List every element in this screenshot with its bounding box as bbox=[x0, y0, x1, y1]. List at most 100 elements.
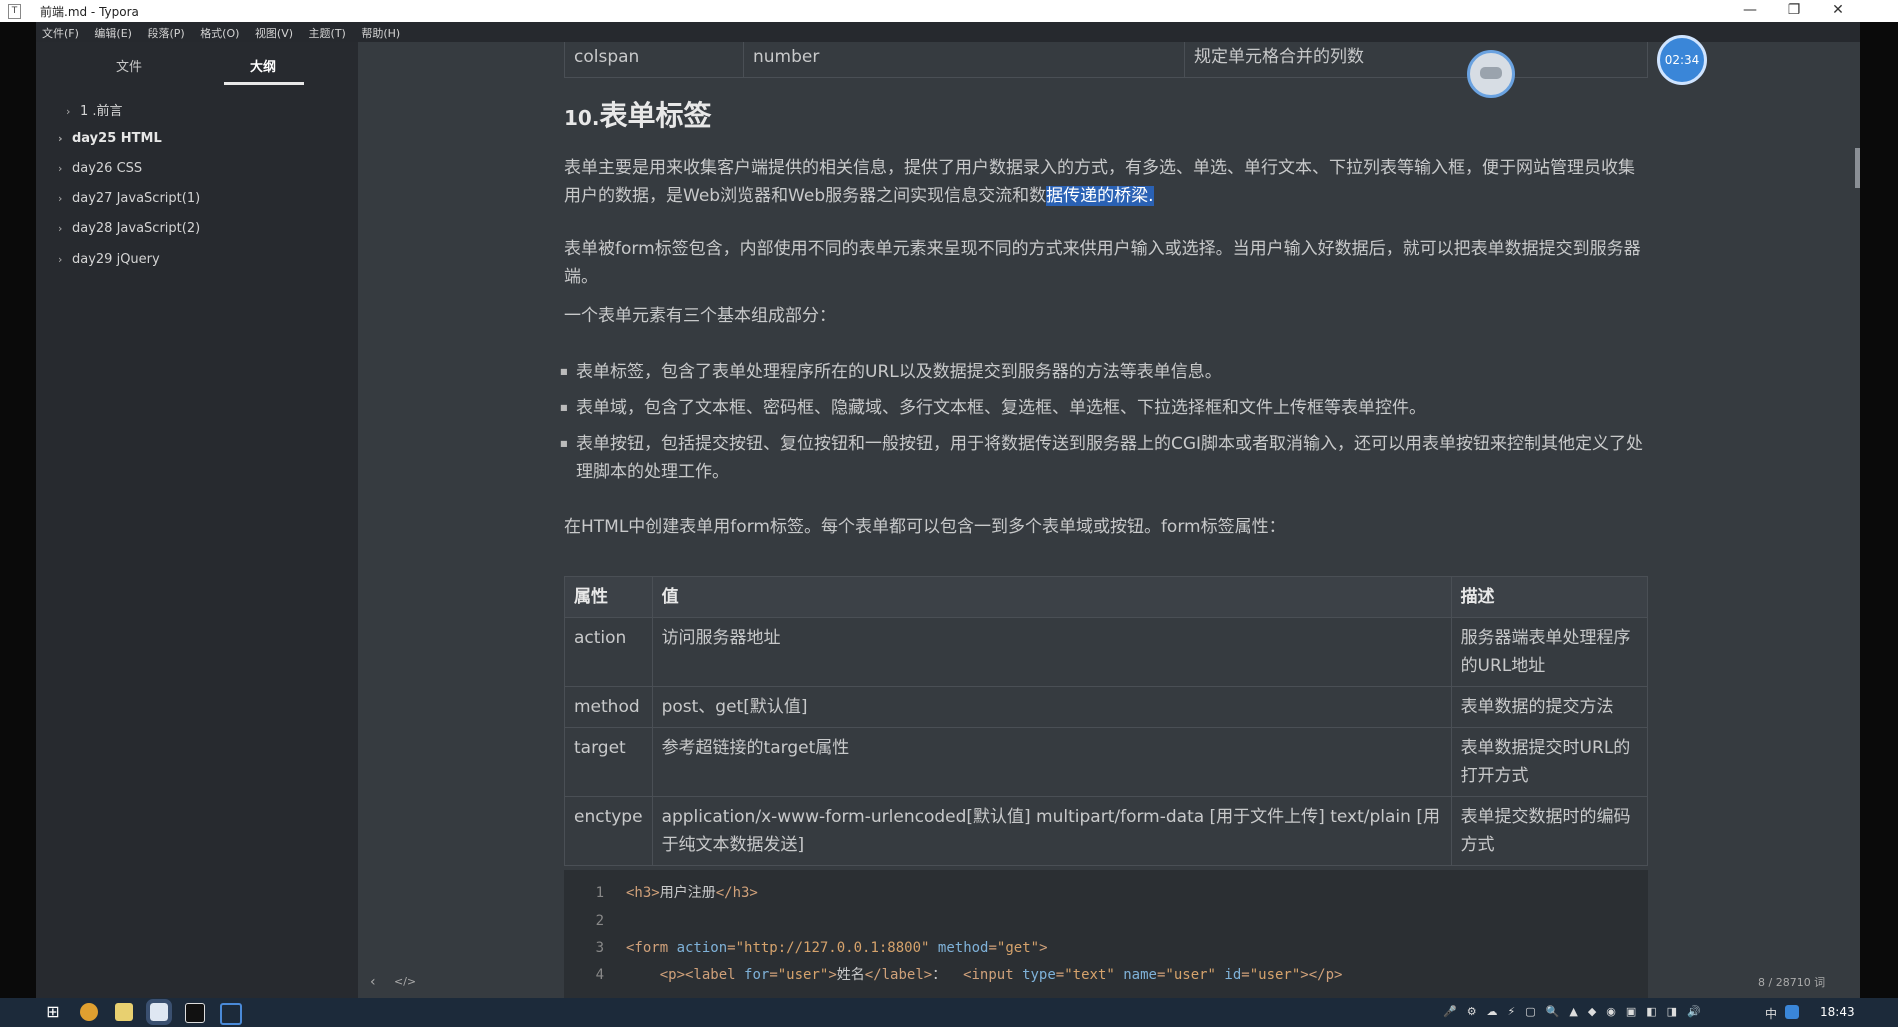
table-cell: colspan bbox=[564, 42, 744, 78]
scrollbar[interactable] bbox=[1855, 148, 1860, 188]
table-cell: 服务器端表单处理程序的URL地址 bbox=[1450, 617, 1649, 687]
form-attributes-table: 属性 值 描述 action 访问服务器地址 服务器端表单处理程序的URL地址 … bbox=[564, 576, 1649, 866]
paragraph-components: 一个表单元素有三个基本组成部分： bbox=[564, 306, 836, 326]
table-cell: 访问服务器地址 bbox=[651, 617, 1452, 687]
table-cell: target bbox=[564, 727, 653, 797]
code-icon[interactable]: </> bbox=[394, 975, 416, 988]
table-header: 属性 bbox=[564, 576, 653, 618]
paragraph-form-intro: 表单主要是用来收集客户端提供的相关信息，提供了用户数据录入的方式，有多选、单选、… bbox=[564, 158, 1635, 206]
tab-files[interactable]: 文件 bbox=[116, 56, 142, 75]
line-number: 1 bbox=[595, 885, 604, 901]
chevron-right-icon: › bbox=[66, 105, 71, 118]
outline-item-preface[interactable]: › 1 .前言 bbox=[66, 100, 123, 119]
ime-indicator[interactable]: 中 bbox=[1765, 1005, 1777, 1022]
notification-icon[interactable] bbox=[1785, 1005, 1799, 1019]
right-border bbox=[1860, 22, 1898, 998]
notepad-icon[interactable] bbox=[115, 1003, 133, 1021]
editor-pane[interactable]: colspan number 规定单元格合并的列数 10.表单标签 表单主要是用… bbox=[358, 42, 1860, 998]
code-line: 3 <form action="http://127.0.0.1:8800" me… bbox=[564, 937, 1048, 959]
list-item: 表单标签，包含了表单处理程序所在的URL以及数据提交到服务器的方法等表单信息。 bbox=[560, 358, 1646, 386]
left-border bbox=[0, 22, 36, 998]
line-number: 2 bbox=[595, 913, 604, 929]
outline-item-day25[interactable]: › day25 HTML bbox=[58, 131, 162, 146]
outline-item-day27[interactable]: › day27 JavaScript(1) bbox=[58, 191, 200, 206]
code-token: </h3> bbox=[715, 885, 758, 901]
code-token: = bbox=[727, 940, 736, 956]
outline-item-day29[interactable]: › day29 jQuery bbox=[58, 252, 160, 267]
window-icon[interactable] bbox=[220, 1003, 242, 1025]
list-item: 表单域，包含了文本框、密码框、隐藏域、多行文本框、复选框、单选框、下拉选择框和文… bbox=[560, 394, 1646, 422]
minimize-button[interactable]: — bbox=[1730, 0, 1770, 22]
paragraph-form-tag: 表单被form标签包含，内部使用不同的表单元素来呈现不同的方式来供用户输入或选择… bbox=[564, 239, 1641, 287]
table-cell: post、get[默认值] bbox=[651, 686, 1452, 728]
chrome-icon[interactable] bbox=[80, 1003, 98, 1021]
windows-start-icon[interactable]: ⊞ bbox=[44, 1003, 62, 1021]
menu-edit[interactable]: 编辑(E) bbox=[88, 22, 138, 41]
title-bar: T 前端.md - Typora — ❐ ✕ bbox=[0, 0, 1898, 22]
robot-face-icon bbox=[1480, 67, 1502, 79]
menu-paragraph[interactable]: 段落(P) bbox=[141, 22, 190, 41]
clock[interactable]: 18:43 bbox=[1820, 1005, 1855, 1019]
pycharm-icon[interactable] bbox=[185, 1003, 205, 1023]
word-count[interactable]: 8 / 28710 词 bbox=[1758, 974, 1825, 990]
table-row: action 访问服务器地址 服务器端表单处理程序的URL地址 bbox=[564, 617, 1649, 687]
code-line: 2 bbox=[564, 910, 626, 932]
menu-view[interactable]: 视图(V) bbox=[249, 22, 299, 41]
status-bar: ‹ </> 8 / 28710 词 bbox=[358, 968, 1860, 998]
table-cell: 表单数据的提交方法 bbox=[1450, 686, 1649, 728]
menu-file[interactable]: 文件(F) bbox=[36, 22, 85, 41]
close-button[interactable]: ✕ bbox=[1818, 0, 1858, 22]
table-header: 值 bbox=[651, 576, 1452, 618]
code-token: "http://127.0.0.1:8800" bbox=[735, 940, 930, 956]
chevron-right-icon: › bbox=[58, 192, 63, 205]
avatar[interactable] bbox=[1467, 50, 1515, 98]
line-number: 3 bbox=[595, 940, 604, 956]
table-row: target 参考超链接的target属性 表单数据提交时URL的打开方式 bbox=[564, 727, 1649, 797]
maximize-button[interactable]: ❐ bbox=[1774, 0, 1814, 22]
menu-theme[interactable]: 主题(T) bbox=[303, 22, 352, 41]
code-token: "get" bbox=[996, 940, 1040, 956]
typora-icon[interactable] bbox=[146, 999, 172, 1025]
code-token: <form bbox=[626, 940, 677, 956]
table-cell: 规定单元格合并的列数 bbox=[1184, 42, 1648, 78]
table-cell: 表单提交数据时的编码方式 bbox=[1450, 796, 1649, 866]
chevron-right-icon: › bbox=[58, 222, 63, 235]
code-token: action bbox=[676, 940, 728, 956]
outline-item-day28[interactable]: › day28 JavaScript(2) bbox=[58, 221, 200, 236]
table-cell: method bbox=[564, 686, 653, 728]
table-row: method post、get[默认值] 表单数据的提交方法 bbox=[564, 686, 1649, 728]
text-selection: 据传递的桥梁. bbox=[1046, 186, 1154, 206]
active-tab-indicator bbox=[224, 82, 304, 85]
table-cell: enctype bbox=[564, 796, 653, 866]
tab-outline[interactable]: 大纲 bbox=[250, 56, 276, 75]
code-token: = bbox=[988, 940, 997, 956]
table-cell: number bbox=[743, 42, 1185, 78]
table-header-row: 属性 值 描述 bbox=[564, 576, 1649, 618]
table-header: 描述 bbox=[1450, 576, 1649, 618]
taskbar: ⊞ 🎤⚙☁⚡▢🔍▲◆◉▣◧◨🔊 中 18:43 bbox=[0, 998, 1898, 1027]
code-token: 用户注册 bbox=[659, 885, 716, 901]
typora-app-icon: T bbox=[8, 4, 21, 19]
system-tray-icons[interactable]: 🎤⚙☁⚡▢🔍▲◆◉▣◧◨🔊 bbox=[1443, 1005, 1711, 1018]
recording-timer[interactable]: 02:34 bbox=[1657, 35, 1707, 85]
outline-item-day26[interactable]: › day26 CSS bbox=[58, 161, 142, 176]
table-cell: 表单数据提交时URL的打开方式 bbox=[1450, 727, 1649, 797]
table-cell: action bbox=[564, 617, 653, 687]
code-token: > bbox=[1039, 940, 1048, 956]
chevron-right-icon: › bbox=[58, 162, 63, 175]
menu-bar: 文件(F) 编辑(E) 段落(P) 格式(O) 视图(V) 主题(T) 帮助(H… bbox=[36, 22, 1860, 42]
table-cell: application/x-www-form-urlencoded[默认值] m… bbox=[651, 796, 1452, 866]
code-token: <h3> bbox=[626, 885, 660, 901]
menu-format[interactable]: 格式(O) bbox=[194, 22, 245, 41]
chevron-right-icon: › bbox=[58, 253, 63, 266]
table-cell: 参考超链接的target属性 bbox=[651, 727, 1452, 797]
menu-help[interactable]: 帮助(H) bbox=[355, 22, 406, 41]
list-item: 表单按钮，包括提交按钮、复位按钮和一般按钮，用于将数据传送到服务器上的CGI脚本… bbox=[560, 430, 1646, 486]
section-heading: 10.表单标签 bbox=[564, 99, 712, 132]
chevron-right-icon: › bbox=[58, 132, 63, 145]
chevron-left-icon[interactable]: ‹ bbox=[370, 974, 376, 990]
paragraph-form-attrs: 在HTML中创建表单用form标签。每个表单都可以包含一到多个表单域或按钮。fo… bbox=[564, 517, 1286, 537]
table-row: enctype application/x-www-form-urlencode… bbox=[564, 796, 1649, 866]
window-title: 前端.md - Typora bbox=[40, 5, 139, 19]
